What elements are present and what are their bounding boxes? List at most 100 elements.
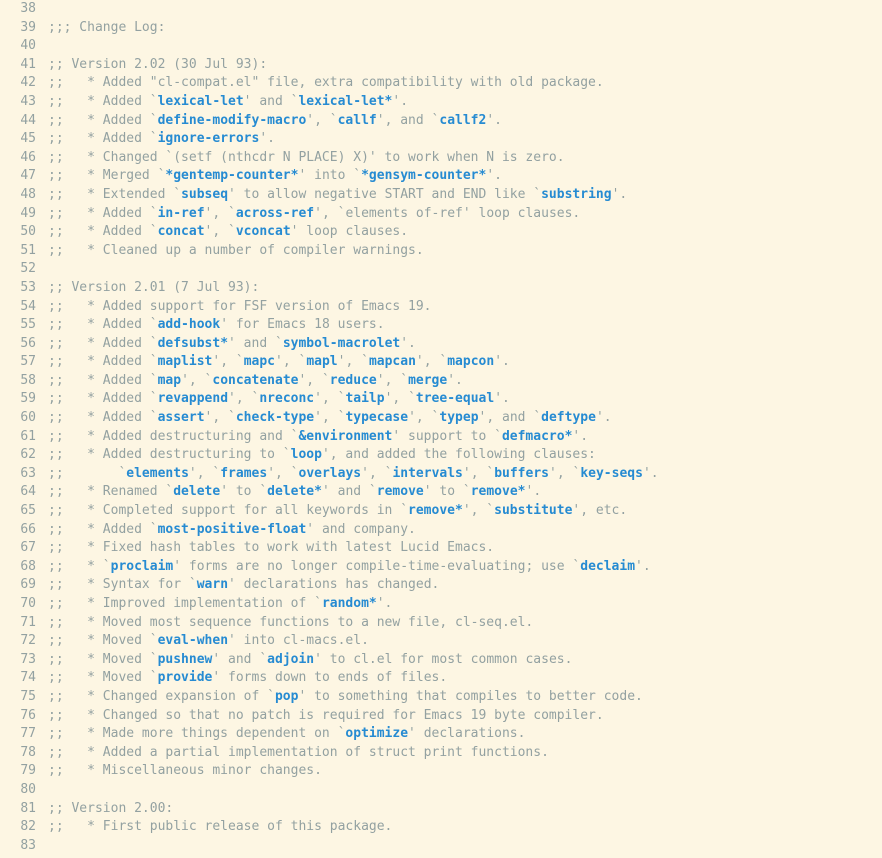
keyword-token: intervals bbox=[392, 466, 462, 481]
line-number: 71 bbox=[0, 614, 48, 633]
line-number: 69 bbox=[0, 576, 48, 595]
comment-text: ;; * Added ` bbox=[48, 206, 158, 221]
comment-text: ' and ` bbox=[212, 652, 267, 667]
keyword-token: most-positive-float bbox=[158, 522, 307, 537]
code-line: 43;; * Added `lexical-let' and `lexical-… bbox=[0, 93, 882, 112]
keyword-token: loop bbox=[291, 447, 322, 462]
keyword-token: frames bbox=[220, 466, 267, 481]
line-content: ;; * Added `assert', `check-type', `type… bbox=[48, 409, 882, 428]
line-number: 51 bbox=[0, 242, 48, 261]
line-number: 67 bbox=[0, 539, 48, 558]
comment-text: '. bbox=[635, 559, 651, 574]
code-line: 77;; * Made more things dependent on `op… bbox=[0, 725, 882, 744]
line-content: ;; * Added support for FSF version of Em… bbox=[48, 298, 882, 317]
line-number: 57 bbox=[0, 353, 48, 372]
comment-text: ;; ` bbox=[48, 466, 126, 481]
line-content: ;; * Added `most-positive-float' and com… bbox=[48, 521, 882, 540]
line-number: 58 bbox=[0, 372, 48, 391]
line-number: 73 bbox=[0, 651, 48, 670]
keyword-token: remove* bbox=[471, 484, 526, 499]
keyword-token: add-hook bbox=[158, 317, 221, 332]
comment-text: ' and ` bbox=[228, 336, 283, 351]
comment-text: '. bbox=[400, 336, 416, 351]
code-line: 67;; * Fixed hash tables to work with la… bbox=[0, 539, 882, 558]
comment-text: ;; * Improved implementation of ` bbox=[48, 596, 322, 611]
code-line: 41;; Version 2.02 (30 Jul 93): bbox=[0, 56, 882, 75]
code-line: 76;; * Changed so that no patch is requi… bbox=[0, 707, 882, 726]
comment-text: ;; * Moved ` bbox=[48, 652, 158, 667]
comment-text: '. bbox=[392, 94, 408, 109]
keyword-token: buffers bbox=[494, 466, 549, 481]
keyword-token: typecase bbox=[345, 410, 408, 425]
code-line: 51;; * Cleaned up a number of compiler w… bbox=[0, 242, 882, 261]
comment-text: ;; * Moved ` bbox=[48, 633, 158, 648]
keyword-token: mapl bbox=[306, 354, 337, 369]
line-content: ;; * Added `revappend', `nreconc', `tail… bbox=[48, 390, 882, 409]
comment-text: ', ` bbox=[338, 354, 369, 369]
keyword-token: provide bbox=[158, 670, 213, 685]
comment-text: ;; * Fixed hash tables to work with late… bbox=[48, 540, 494, 555]
keyword-token: lexical-let bbox=[158, 94, 244, 109]
line-content bbox=[48, 781, 882, 800]
code-line: 46;; * Changed `(setf (nthcdr N PLACE) X… bbox=[0, 149, 882, 168]
comment-text: ;; * Added ` bbox=[48, 522, 158, 537]
keyword-token: substring bbox=[541, 187, 611, 202]
comment-text: ;; * Miscellaneous minor changes. bbox=[48, 763, 322, 778]
line-number: 66 bbox=[0, 521, 48, 540]
code-line: 74;; * Moved `provide' forms down to end… bbox=[0, 669, 882, 688]
line-number: 40 bbox=[0, 37, 48, 56]
comment-text: ', ` bbox=[205, 206, 236, 221]
line-number: 75 bbox=[0, 688, 48, 707]
comment-text: ;; Version 2.01 (7 Jul 93): bbox=[48, 280, 259, 295]
comment-text: ;; * Changed expansion of ` bbox=[48, 689, 275, 704]
line-content: ;; * Added `defsubst*' and `symbol-macro… bbox=[48, 335, 882, 354]
keyword-token: *gensym-counter* bbox=[361, 168, 486, 183]
comment-text: ;; * ` bbox=[48, 559, 111, 574]
comment-text: '. bbox=[494, 354, 510, 369]
code-line: 73;; * Moved `pushnew' and `adjoin' to c… bbox=[0, 651, 882, 670]
line-number: 77 bbox=[0, 725, 48, 744]
line-content: ;; * Miscellaneous minor changes. bbox=[48, 762, 882, 781]
keyword-token: deftype bbox=[541, 410, 596, 425]
code-line: 81;; Version 2.00: bbox=[0, 800, 882, 819]
keyword-token: overlays bbox=[299, 466, 362, 481]
line-content: ;; * Added `lexical-let' and `lexical-le… bbox=[48, 93, 882, 112]
line-number: 44 bbox=[0, 112, 48, 131]
keyword-token: mapc bbox=[244, 354, 275, 369]
line-number: 63 bbox=[0, 465, 48, 484]
line-content: ;; * Added `ignore-errors'. bbox=[48, 130, 882, 149]
comment-text: ;; * Extended ` bbox=[48, 187, 181, 202]
comment-text: '. bbox=[377, 596, 393, 611]
line-content: ;; Version 2.01 (7 Jul 93): bbox=[48, 279, 882, 298]
line-content: ;; * Merged `*gentemp-counter*' into `*g… bbox=[48, 167, 882, 186]
code-line: 83 bbox=[0, 837, 882, 856]
comment-text: ', ` bbox=[314, 410, 345, 425]
comment-text: ;; * Renamed ` bbox=[48, 484, 173, 499]
line-number: 64 bbox=[0, 483, 48, 502]
line-content: ;; * Moved most sequence functions to a … bbox=[48, 614, 882, 633]
line-content: ;; * Added `add-hook' for Emacs 18 users… bbox=[48, 316, 882, 335]
line-content: ;; * Added destructuring and `&environme… bbox=[48, 428, 882, 447]
comment-text: ', ` bbox=[267, 466, 298, 481]
comment-text: ;; * Added ` bbox=[48, 131, 158, 146]
comment-text: ', and added the following clauses: bbox=[322, 447, 596, 462]
line-number: 60 bbox=[0, 409, 48, 428]
keyword-token: callf2 bbox=[439, 113, 486, 128]
comment-text: ', ` bbox=[361, 466, 392, 481]
line-content: ;; * Fixed hash tables to work with late… bbox=[48, 539, 882, 558]
keyword-token: ignore-errors bbox=[158, 131, 260, 146]
line-content: ;; * Added "cl-compat.el" file, extra co… bbox=[48, 74, 882, 93]
line-number: 80 bbox=[0, 781, 48, 800]
comment-text: ' to ` bbox=[220, 484, 267, 499]
line-content: ;; * Completed support for all keywords … bbox=[48, 502, 882, 521]
code-line: 62;; * Added destructuring to `loop', an… bbox=[0, 446, 882, 465]
comment-text: ;; * Added ` bbox=[48, 373, 158, 388]
line-number: 62 bbox=[0, 446, 48, 465]
comment-text: ', ` bbox=[275, 354, 306, 369]
keyword-token: across-ref bbox=[236, 206, 314, 221]
comment-text: ', ` bbox=[306, 113, 337, 128]
comment-text: ;; * Cleaned up a number of compiler war… bbox=[48, 243, 424, 258]
comment-text: '. bbox=[447, 373, 463, 388]
comment-text: ;; * Added ` bbox=[48, 224, 158, 239]
comment-text: ' and ` bbox=[244, 94, 299, 109]
